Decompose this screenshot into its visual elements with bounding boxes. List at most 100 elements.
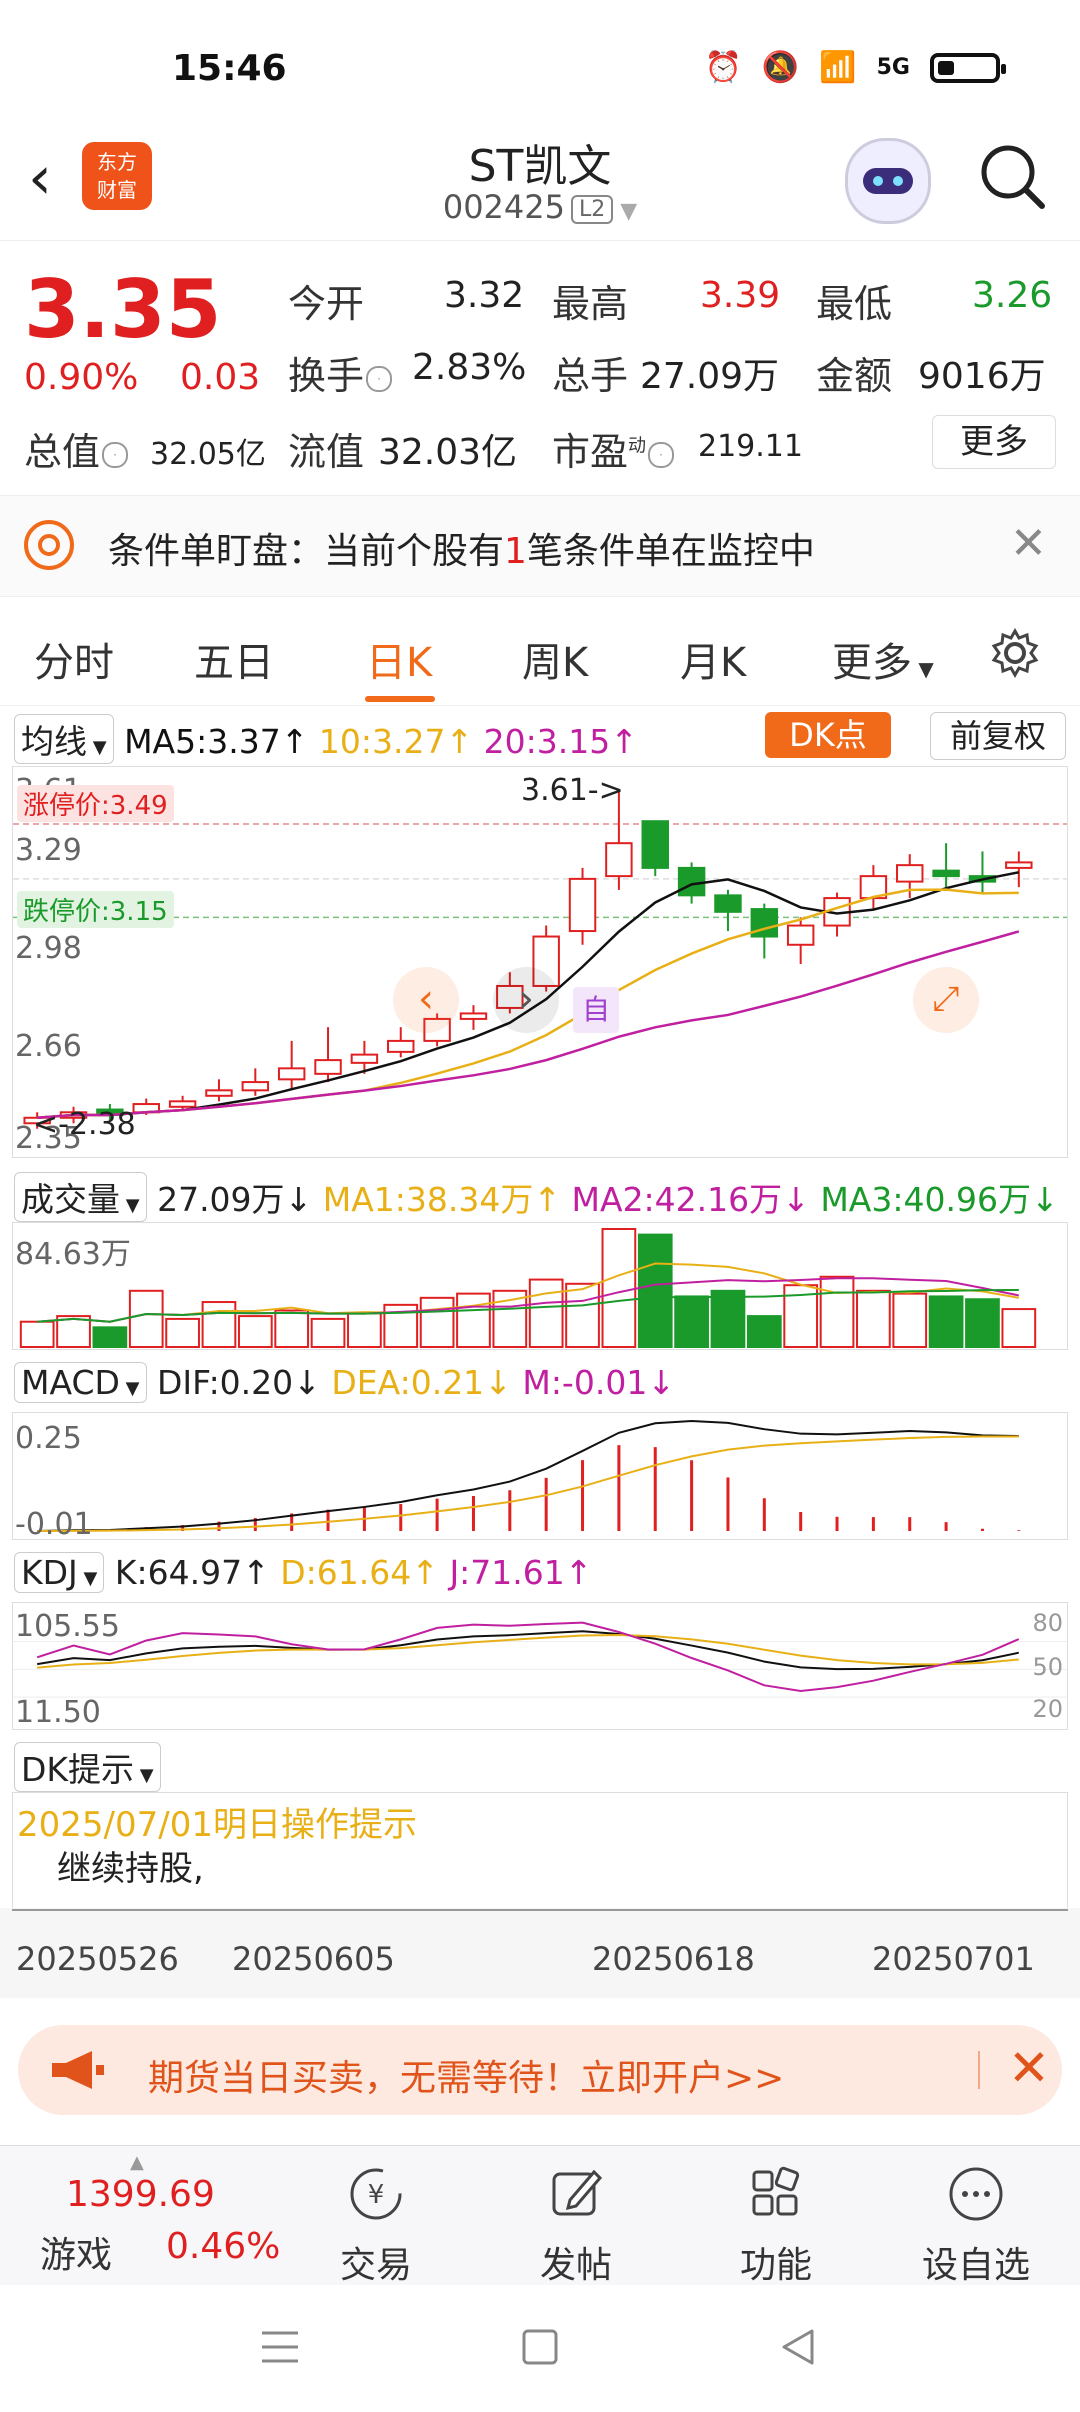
candle-body bbox=[641, 820, 669, 869]
chevron-up-icon[interactable]: ▲ bbox=[130, 2152, 144, 2173]
index-value[interactable]: 1399.69 bbox=[66, 2174, 215, 2215]
search-icon[interactable] bbox=[978, 142, 1046, 210]
date-label-4: 20250701 bbox=[872, 1940, 1035, 1978]
high-value: 3.39 bbox=[700, 275, 781, 316]
dk-tips-title: 2025/07/01明日操作提示 bbox=[17, 1805, 417, 1845]
float-label: 流值 bbox=[288, 430, 365, 474]
promo-text: 期货当日买卖，无需等待！立即开户>> bbox=[148, 2058, 785, 2099]
amount-value: 9016万 bbox=[918, 356, 1046, 397]
min-price-note: <-2.38 bbox=[33, 1107, 136, 1142]
back-nav-icon[interactable] bbox=[776, 2325, 820, 2369]
status-time: 15:46 bbox=[172, 48, 287, 89]
add-watchlist-button[interactable]: 设自选 bbox=[906, 2156, 1046, 2288]
close-icon[interactable]: ✕ bbox=[1010, 518, 1047, 569]
tab-five-day[interactable]: 五日 bbox=[194, 630, 274, 688]
candle-body bbox=[241, 1081, 270, 1092]
y-label-mid: 3.29 bbox=[15, 833, 82, 868]
bottom-toolbar: ▲ 1399.69 游戏 0.46% ¥ 交易 发帖 功能 设自选 bbox=[0, 2145, 1080, 2286]
macd-selector[interactable]: MACD ▼ bbox=[14, 1362, 147, 1403]
limit-up-label: 涨停价:3.49 bbox=[17, 785, 174, 822]
robot-assistant-icon[interactable] bbox=[845, 138, 931, 224]
period-tabs: 分时 五日 日K 周K 月K 更多 ▼ bbox=[0, 600, 1080, 706]
volume-bar bbox=[528, 1278, 564, 1349]
kdj-d: D:61.64↑ bbox=[280, 1553, 439, 1592]
volume-panel[interactable]: 84.63万 bbox=[12, 1222, 1068, 1350]
turnover-value: 2.83% bbox=[412, 347, 527, 388]
info-icon[interactable]: · bbox=[366, 365, 393, 392]
kline-panel[interactable]: 3.61 3.29 2.98 2.66 2.35 涨停价:3.49 跌停价:3.… bbox=[12, 766, 1068, 1158]
candle-body bbox=[350, 1053, 379, 1064]
open-value: 3.32 bbox=[444, 275, 525, 316]
alarm-icon: ⏰ bbox=[704, 50, 742, 85]
menu-icon[interactable] bbox=[258, 2325, 302, 2369]
tab-more[interactable]: 更多 ▼ bbox=[832, 630, 934, 688]
condition-order-banner[interactable]: 条件单盯盘：当前个股有1笔条件单在监控中 ✕ bbox=[0, 495, 1080, 597]
macd-dif: DIF:0.20↓ bbox=[157, 1363, 321, 1402]
candle-body bbox=[314, 1059, 342, 1075]
open-label: 今开 bbox=[288, 282, 365, 326]
macd-indicator-row: MACD ▼ DIF:0.20↓ DEA:0.21↓ M:-0.01↓ bbox=[14, 1362, 675, 1403]
volume-bar bbox=[710, 1289, 746, 1348]
volume-selector[interactable]: 成交量 ▼ bbox=[14, 1172, 147, 1222]
svg-text:¥: ¥ bbox=[368, 2180, 385, 2210]
dk-tips-selector[interactable]: DK提示 ▼ bbox=[14, 1742, 161, 1792]
volume-bar bbox=[674, 1295, 709, 1349]
dk-point-button[interactable]: DK点 bbox=[765, 712, 891, 758]
volume-bar bbox=[746, 1315, 782, 1348]
gear-icon[interactable] bbox=[990, 628, 1040, 678]
kdj-ybottom: 11.50 bbox=[15, 1695, 101, 1730]
futures-promo-banner[interactable]: 期货当日买卖，无需等待！立即开户>> ✕ bbox=[18, 2025, 1062, 2115]
info-icon[interactable]: · bbox=[102, 441, 129, 468]
kdj-selector[interactable]: KDJ ▼ bbox=[14, 1552, 105, 1593]
home-icon[interactable] bbox=[518, 2325, 562, 2369]
kdj-k: K:64.97↑ bbox=[114, 1553, 270, 1592]
more-button[interactable]: 更多 bbox=[932, 415, 1056, 469]
fullscreen-icon[interactable]: ⤢ bbox=[913, 967, 979, 1033]
prev-arrow-icon[interactable]: ‹ bbox=[393, 967, 459, 1033]
kline-chart[interactable] bbox=[13, 767, 1067, 1157]
kdj-ytop: 105.55 bbox=[15, 1609, 120, 1644]
ma-selector[interactable]: 均线 ▼ bbox=[14, 714, 114, 764]
float-value: 32.03亿 bbox=[378, 432, 518, 473]
amount-label: 金额 bbox=[816, 354, 893, 398]
info-icon[interactable]: · bbox=[648, 441, 675, 468]
volume-bar bbox=[601, 1228, 637, 1348]
volume-bar bbox=[128, 1289, 164, 1348]
battery-icon bbox=[930, 52, 1006, 83]
tab-weekly-k[interactable]: 周K bbox=[522, 630, 588, 688]
status-icons: ⏰ 🔕 📶 5G bbox=[704, 50, 1006, 85]
volume-label: 总手 bbox=[552, 354, 629, 398]
index-change: 0.46% bbox=[166, 2226, 281, 2267]
candle-body bbox=[168, 1100, 197, 1108]
forward-adjust-button[interactable]: 前复权 bbox=[930, 712, 1066, 760]
candle-body bbox=[459, 1012, 488, 1020]
add-watchlist-label: 设自选 bbox=[921, 2245, 1030, 2286]
tab-monthly-k[interactable]: 月K bbox=[680, 630, 746, 688]
current-price: 3.35 bbox=[24, 263, 222, 356]
volume-chart bbox=[19, 1228, 1037, 1349]
trade-button[interactable]: ¥ 交易 bbox=[306, 2156, 446, 2288]
macd-dea-line bbox=[37, 1435, 1019, 1532]
kdj-indicator-row: KDJ ▼ K:64.97↑ D:61.64↑ J:71.61↑ bbox=[14, 1552, 592, 1593]
candle-body bbox=[932, 869, 960, 878]
dk-tips-row: DK提示 ▼ bbox=[14, 1742, 161, 1792]
tab-intraday[interactable]: 分时 bbox=[34, 630, 114, 688]
kdj-panel[interactable]: 105.55 11.50 80 50 20 bbox=[12, 1602, 1068, 1730]
macd-panel[interactable]: 0.25 -0.01 bbox=[12, 1412, 1068, 1542]
y-label-low: 2.98 bbox=[15, 931, 82, 966]
functions-button[interactable]: 功能 bbox=[706, 2156, 846, 2288]
change-value: 0.03 bbox=[180, 357, 261, 398]
pe-value: 219.11 bbox=[698, 429, 803, 464]
pe-label: 市盈动 · bbox=[552, 421, 676, 476]
volume-indicator-row: 成交量 ▼ 27.09万↓ MA1:38.34万↑ MA2:42.16万↓ MA… bbox=[14, 1172, 1059, 1222]
close-icon[interactable]: ✕ bbox=[1008, 2039, 1050, 2097]
next-arrow-icon[interactable]: › bbox=[493, 967, 559, 1033]
vol-ma2: MA2:42.16万↓ bbox=[571, 1180, 810, 1219]
mktcap-label: 总值 · bbox=[24, 421, 130, 476]
post-button[interactable]: 发帖 bbox=[506, 2156, 646, 2288]
target-icon bbox=[24, 520, 74, 570]
kdj-d-line bbox=[37, 1634, 1019, 1669]
index-name[interactable]: 游戏 bbox=[40, 2226, 112, 2278]
volume-bar bbox=[1001, 1308, 1037, 1348]
tab-daily-k[interactable]: 日K bbox=[366, 630, 432, 688]
